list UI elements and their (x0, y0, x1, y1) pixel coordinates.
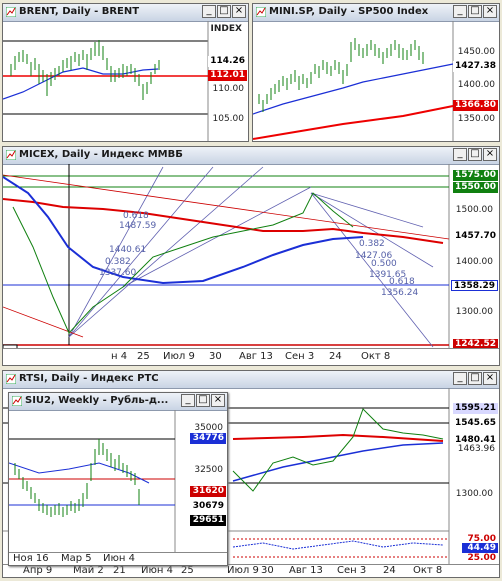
siu2-level-31620: 31620 (190, 486, 226, 497)
brent-index-label: INDEX (210, 24, 242, 34)
siu2-axis-32500: 32500 (194, 465, 223, 475)
siu2-level-29651: 29651 (190, 515, 226, 526)
rts-level-1545: 1545.65 (453, 418, 498, 429)
fib-label: 0.382 (105, 257, 131, 267)
siu2-chart-window[interactable]: SIU2, Weekly - Рубль-д... _ □ × 34776 35… (8, 392, 228, 566)
siu2-level-34776: 34776 (190, 433, 226, 444)
rts-level-1463: 1463.96 (457, 444, 495, 454)
micex-axis-1400: 1400.00 (455, 257, 493, 267)
micex-axis-1500: 1500.00 (455, 205, 493, 215)
micex-price-current: 1457.70 (453, 231, 498, 242)
brent-axis-105: 105.00 (212, 114, 245, 124)
sp500-price-current: 1427.38 (453, 61, 498, 72)
fib-label: 1337.60 (99, 268, 137, 278)
brent-price-current: 114.26 (208, 56, 247, 67)
brent-chart-window[interactable]: BRENT, Daily - BRENT _ □ × INDEX 114.26 … (2, 3, 249, 142)
micex-level-1550: 1550.00 (453, 182, 498, 193)
fib-label: 1487.59 (119, 221, 157, 231)
micex-level-1358: 1358.29 (451, 280, 498, 291)
brent-price-level: 112.01 (208, 70, 247, 81)
micex-time-axis: Май 24, 2012 н 4 25 Июл 9 30 Авг 13 Сен … (3, 348, 499, 365)
sp500-axis-1350: 1350.00 (457, 114, 495, 124)
micex-level-1575: 1575.00 (453, 170, 498, 181)
sp500-axis-1400: 1400.00 (457, 80, 495, 90)
micex-axis-1300: 1300.00 (455, 307, 493, 317)
rts-sub-25: 25.00 (462, 553, 498, 564)
siu2-time-axis: Ноя 16 Мар 5 Июн 4 (9, 552, 227, 565)
rts-level-1595: 1595.21 (453, 403, 498, 414)
micex-chart-window[interactable]: MICEX, Daily - Индекс ММВБ _ □ × 1575.00… (2, 146, 500, 366)
fib-label: 0.500 (371, 259, 397, 269)
brent-axis-110: 110.00 (212, 84, 245, 94)
fib-label: 0.382 (359, 239, 385, 249)
siu2-plot[interactable] (9, 393, 228, 566)
micex-plot[interactable] (3, 147, 500, 366)
rts-axis-1300: 1300.00 (455, 489, 493, 499)
fib-label: 0.618 (123, 211, 149, 221)
siu2-axis-35000: 35000 (194, 423, 223, 433)
sp500-chart-window[interactable]: MINI.SP, Daily - SP500 Index _ □ × 1450.… (252, 3, 500, 142)
sp500-price-level: 1366.80 (453, 100, 498, 111)
siu2-price-current: 30679 (190, 501, 226, 512)
sp500-axis-1450: 1450.00 (457, 47, 495, 57)
micex-date-cursor: Май 24, 2012 (31, 350, 100, 361)
fib-label: 0.618 (389, 277, 415, 287)
fib-label: 1356.24 (381, 288, 419, 298)
fib-label: 1440.61 (109, 245, 147, 255)
